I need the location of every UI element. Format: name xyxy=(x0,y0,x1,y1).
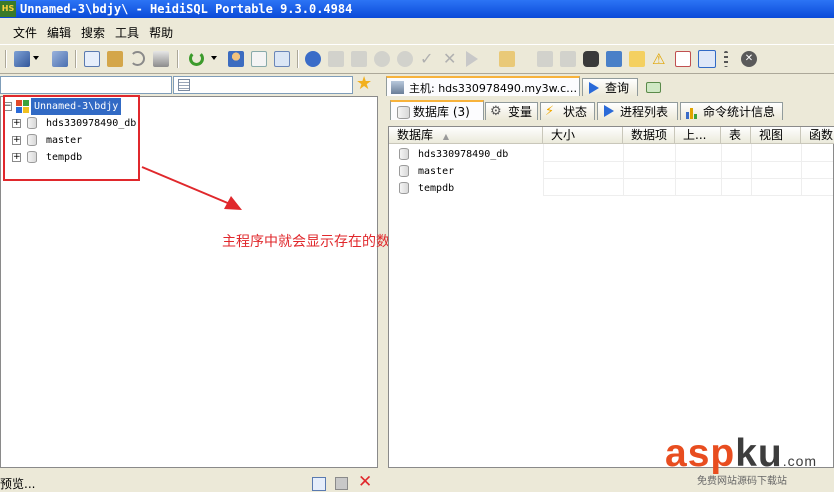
replace-icon[interactable] xyxy=(606,51,622,67)
annotation-arrow xyxy=(141,166,242,210)
wrap-toggle-icon[interactable] xyxy=(698,50,716,68)
tab-variables-label: 变量 xyxy=(508,105,533,119)
help-icon[interactable] xyxy=(305,51,321,67)
import-icon[interactable] xyxy=(251,51,267,67)
warning-icon[interactable]: ⚠ xyxy=(652,51,668,67)
tab-command-stats[interactable]: 命令统计信息 xyxy=(680,102,783,120)
favorites-star-icon[interactable]: ★ xyxy=(356,74,372,94)
close-circle-icon[interactable]: ✕ xyxy=(741,51,757,67)
toolbar: ✓ ✕ ⚠ ✕ xyxy=(0,44,834,74)
sort-ascending-icon: ▲ xyxy=(442,132,449,141)
menu-help[interactable]: 帮助 xyxy=(144,23,178,43)
table-filter-input[interactable] xyxy=(173,76,353,94)
heidisql-app-icon: HS xyxy=(0,1,16,17)
menu-file[interactable]: 文件 xyxy=(0,23,42,43)
play-icon xyxy=(589,82,599,94)
execute-query-icon[interactable] xyxy=(466,51,478,67)
watermark-text-a: asp xyxy=(665,432,736,475)
export-icon[interactable] xyxy=(274,51,290,67)
zero-icon[interactable] xyxy=(675,51,691,67)
copy-icon[interactable] xyxy=(84,51,100,67)
table-cell-database: hds330978490_db xyxy=(418,149,509,160)
menu-tools[interactable]: 工具 xyxy=(110,23,144,43)
tab-status-label: 状态 xyxy=(563,105,588,119)
play-icon xyxy=(604,105,614,117)
user-manager-icon[interactable] xyxy=(228,51,244,67)
connect-icon[interactable] xyxy=(14,51,30,67)
gear-icon: ⚙ xyxy=(490,104,502,119)
menu-search[interactable]: 搜索 xyxy=(76,23,110,43)
paste-icon[interactable] xyxy=(107,51,123,67)
table-cell-database: tempdb xyxy=(418,183,455,194)
refresh-dropdown-icon[interactable] xyxy=(211,56,217,60)
table-row[interactable]: hds330978490_db xyxy=(389,146,833,163)
refresh-icon[interactable] xyxy=(189,51,204,66)
column-header-label: 数据库 xyxy=(397,128,434,142)
new-query-tab-icon[interactable] xyxy=(646,82,661,93)
database-icon xyxy=(397,106,410,119)
column-header-database[interactable]: 数据库 ▲ xyxy=(389,127,543,144)
cancel-x-icon[interactable]: ✕ xyxy=(443,51,459,67)
save-sql-icon[interactable] xyxy=(537,51,553,67)
menu-edit[interactable]: 编辑 xyxy=(42,23,76,43)
tab-databases[interactable]: 数据库 (3) xyxy=(390,100,484,120)
tab-databases-label: 数据库 (3) xyxy=(413,105,470,119)
delete-record-icon[interactable] xyxy=(397,51,413,67)
column-header-updated[interactable]: 上... xyxy=(675,127,721,144)
last-record-icon[interactable] xyxy=(351,51,367,67)
database-list-grid[interactable]: 数据库 ▲ 大小 数据项 上... 表 视图 函数 hds330978490_d… xyxy=(388,126,834,468)
tab-query-label: 查询 xyxy=(605,81,630,95)
print-icon[interactable] xyxy=(153,51,169,67)
post-check-icon[interactable]: ✓ xyxy=(420,51,436,67)
watermark-text-b: ku xyxy=(735,432,783,475)
menu-bar: 文件 编辑 搜索 工具 帮助 xyxy=(0,23,178,43)
tab-processlist[interactable]: 进程列表 xyxy=(597,102,678,120)
tab-variables[interactable]: ⚙ 变量 xyxy=(485,102,538,120)
add-record-icon[interactable] xyxy=(374,51,390,67)
column-header-tables[interactable]: 表 xyxy=(721,127,751,144)
table-filter-icon xyxy=(178,79,190,91)
bar-chart-icon xyxy=(686,108,697,119)
database-icon xyxy=(399,148,409,160)
table-row[interactable]: master xyxy=(389,163,833,180)
close-red-x-icon[interactable]: ✕ xyxy=(358,472,372,492)
binoculars-icon[interactable] xyxy=(583,51,599,67)
disconnect-icon[interactable] xyxy=(52,51,68,67)
tab-host[interactable]: 主机: hds330978490.my3w.c… xyxy=(386,76,580,96)
column-header-items[interactable]: 数据项 xyxy=(623,127,675,144)
database-icon xyxy=(399,165,409,177)
database-filter-input[interactable] xyxy=(0,76,172,94)
copy-icon[interactable] xyxy=(312,477,326,491)
column-header-functions[interactable]: 函数 xyxy=(801,127,834,144)
preview-label: 预览... xyxy=(0,477,36,491)
table-cell-database: master xyxy=(418,166,455,177)
tab-host-label: 主机: hds330978490.my3w.c… xyxy=(409,82,578,95)
watermark-logo: aspku.com xyxy=(665,432,817,476)
undo-icon[interactable] xyxy=(130,51,145,66)
column-header-size[interactable]: 大小 xyxy=(543,127,623,144)
save-snippet-icon[interactable] xyxy=(560,51,576,67)
tab-query[interactable]: 查询 xyxy=(582,78,638,96)
watermark-subtitle: 免费网站源码下载站 xyxy=(697,476,787,487)
window-title: Unnamed-3\bdjy\ - HeidiSQL Portable 9.3.… xyxy=(20,2,353,16)
toolbar-grip-icon xyxy=(724,51,728,67)
highlight-box xyxy=(3,95,140,181)
database-icon xyxy=(399,182,409,194)
title-bar: HS Unnamed-3\bdjy\ - HeidiSQL Portable 9… xyxy=(0,0,834,18)
host-icon xyxy=(391,81,404,94)
connect-dropdown-icon[interactable] xyxy=(33,56,39,60)
format-sql-icon[interactable] xyxy=(629,51,645,67)
tab-command-stats-label: 命令统计信息 xyxy=(703,105,776,119)
first-record-icon[interactable] xyxy=(328,51,344,67)
tab-processlist-label: 进程列表 xyxy=(620,105,669,119)
save-icon[interactable] xyxy=(335,477,348,490)
tab-status[interactable]: ⚡ 状态 xyxy=(540,102,595,120)
column-header-views[interactable]: 视图 xyxy=(751,127,801,144)
query-options-icon[interactable] xyxy=(499,51,515,67)
lightning-icon: ⚡ xyxy=(545,104,555,119)
watermark-suffix: .com xyxy=(782,453,818,469)
table-row[interactable]: tempdb xyxy=(389,180,833,197)
